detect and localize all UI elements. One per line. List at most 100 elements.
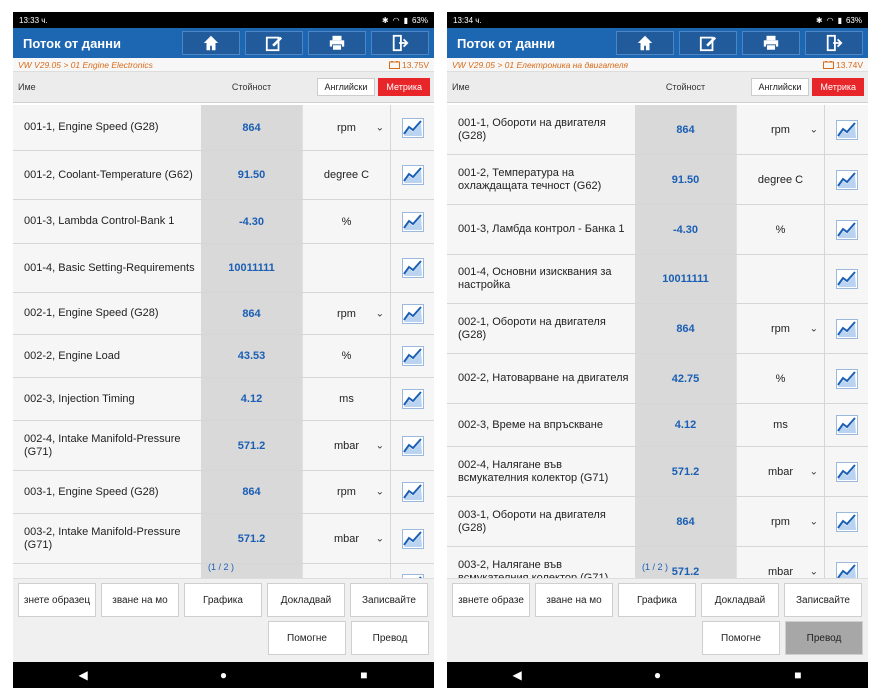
chevron-down-icon[interactable]: ⌄: [376, 122, 384, 133]
record-button[interactable]: Записвайте: [350, 583, 428, 617]
row-graph-button[interactable]: [390, 514, 434, 563]
row-unit[interactable]: mbar ⌄: [302, 514, 390, 563]
data-row[interactable]: 001-2, Температура на охлаждащата течнос…: [447, 155, 868, 205]
unit-label: rpm: [337, 307, 356, 320]
load-sample-button[interactable]: зване на мо: [535, 583, 613, 617]
restore-sample-button[interactable]: знете образец: [18, 583, 96, 617]
row-graph-button[interactable]: [824, 497, 868, 546]
print-button[interactable]: [308, 31, 366, 55]
data-row[interactable]: 002-4, Intake Manifold-Pressure (G71) 571…: [13, 421, 434, 471]
home-button[interactable]: [182, 31, 240, 55]
data-row[interactable]: 001-4, Basic Setting-Requirements 1001111…: [13, 244, 434, 293]
button-row-1: звнете образе зване на мо Графика Докладвай…: [447, 579, 868, 617]
row-graph-button[interactable]: [824, 547, 868, 578]
chevron-down-icon[interactable]: ⌄: [376, 308, 384, 319]
data-row[interactable]: 001-3, Lambda Control-Bank 1 -4.30%: [13, 200, 434, 244]
back-icon[interactable]: ◀: [487, 668, 547, 682]
data-row[interactable]: 001-3, Ламбда контрол - Банка 1 -4.30%: [447, 205, 868, 255]
status-time: 13:33 ч.: [19, 15, 48, 25]
row-graph-button[interactable]: [824, 447, 868, 496]
row-graph-button[interactable]: [390, 471, 434, 513]
data-row[interactable]: 002-2, Натоварване на двигателя 42.75%: [447, 354, 868, 404]
data-row[interactable]: 002-1, Engine Speed (G28) 864 rpm ⌄: [13, 293, 434, 335]
data-row[interactable]: 002-4, Налягане във всмукателния колекто…: [447, 447, 868, 497]
data-row[interactable]: 001-4, Основни изисквания за настройка 10…: [447, 255, 868, 304]
toggle-metric[interactable]: Метрика: [378, 78, 430, 96]
load-sample-button[interactable]: зване на мо: [101, 583, 179, 617]
data-row[interactable]: 002-3, Injection Timing 4.12 ms: [13, 378, 434, 421]
row-graph-button[interactable]: [390, 378, 434, 420]
row-graph-button[interactable]: [390, 200, 434, 243]
row-value: 864: [201, 293, 302, 334]
record-button[interactable]: Записвайте: [784, 583, 862, 617]
row-graph-button[interactable]: [390, 105, 434, 150]
row-unit[interactable]: rpm ⌄: [302, 105, 390, 150]
exit-button[interactable]: [371, 31, 429, 55]
row-graph-button[interactable]: [824, 105, 868, 154]
row-graph-button[interactable]: [390, 244, 434, 292]
restore-sample-button[interactable]: звнете образе: [452, 583, 530, 617]
report-button[interactable]: Докладвай: [701, 583, 779, 617]
row-unit[interactable]: mbar ⌄: [736, 547, 824, 578]
recents-icon[interactable]: ■: [768, 668, 828, 682]
row-graph-button[interactable]: [390, 293, 434, 334]
graph-button[interactable]: Графика: [184, 583, 262, 617]
row-unit[interactable]: rpm ⌄: [736, 304, 824, 353]
chevron-down-icon[interactable]: ⌄: [810, 516, 818, 527]
edit-button[interactable]: [679, 31, 737, 55]
edit-button[interactable]: [245, 31, 303, 55]
row-graph-button[interactable]: [390, 151, 434, 199]
chevron-down-icon[interactable]: ⌄: [376, 533, 384, 544]
row-graph-button[interactable]: [390, 421, 434, 470]
data-row[interactable]: 003-2, Intake Manifold-Pressure (G71) 571…: [13, 514, 434, 564]
translate-button[interactable]: Превод: [785, 621, 863, 655]
data-row[interactable]: 002-3, Време на впръскване 4.12 ms: [447, 404, 868, 447]
report-button[interactable]: Докладвай: [267, 583, 345, 617]
print-button[interactable]: [742, 31, 800, 55]
home-button[interactable]: [616, 31, 674, 55]
data-row[interactable]: 003-1, Обороти на двигателя (G28) 864 rpm ⌄: [447, 497, 868, 547]
row-graph-button[interactable]: [390, 564, 434, 578]
help-button[interactable]: Помогне: [268, 621, 346, 655]
status-icons: ✱ ◠ ▮ 63%: [816, 16, 862, 25]
exit-button[interactable]: [805, 31, 863, 55]
chevron-down-icon[interactable]: ⌄: [810, 566, 818, 577]
home-circle-icon[interactable]: ●: [627, 668, 687, 682]
row-graph-button[interactable]: [824, 404, 868, 446]
row-graph-button[interactable]: [824, 255, 868, 303]
toggle-english[interactable]: Английски: [750, 78, 810, 96]
data-stream-list[interactable]: 001-1, Engine Speed (G28) 864 rpm ⌄ 001-2, C…: [13, 105, 434, 578]
data-row[interactable]: 001-1, Engine Speed (G28) 864 rpm ⌄: [13, 105, 434, 151]
row-name: 002-4, Intake Manifold-Pressure (G71): [24, 432, 181, 458]
chevron-down-icon[interactable]: ⌄: [810, 466, 818, 477]
row-unit[interactable]: rpm ⌄: [302, 471, 390, 513]
chevron-down-icon[interactable]: ⌄: [376, 487, 384, 498]
chevron-down-icon[interactable]: ⌄: [810, 124, 818, 135]
row-graph-button[interactable]: [824, 354, 868, 403]
row-unit[interactable]: mbar ⌄: [302, 421, 390, 470]
home-circle-icon[interactable]: ●: [193, 668, 253, 682]
row-graph-button[interactable]: [824, 205, 868, 254]
translate-button[interactable]: Превод: [351, 621, 429, 655]
row-unit[interactable]: rpm ⌄: [302, 293, 390, 334]
chevron-down-icon[interactable]: ⌄: [376, 440, 384, 451]
chevron-down-icon[interactable]: ⌄: [810, 323, 818, 334]
data-row[interactable]: 003-1, Engine Speed (G28) 864 rpm ⌄: [13, 471, 434, 514]
row-unit[interactable]: rpm ⌄: [736, 105, 824, 154]
data-row[interactable]: 001-1, Обороти на двигателя (G28) 864 rpm ⌄: [447, 105, 868, 155]
row-graph-button[interactable]: [824, 304, 868, 353]
help-button[interactable]: Помогне: [702, 621, 780, 655]
toggle-english[interactable]: Английски: [316, 78, 376, 96]
back-icon[interactable]: ◀: [53, 668, 113, 682]
data-row[interactable]: 002-1, Обороти на двигателя (G28) 864 rpm ⌄: [447, 304, 868, 354]
data-stream-list[interactable]: 001-1, Обороти на двигателя (G28) 864 rpm ⌄…: [447, 105, 868, 578]
data-row[interactable]: 002-2, Engine Load 43.53%: [13, 335, 434, 378]
recents-icon[interactable]: ■: [334, 668, 394, 682]
row-graph-button[interactable]: [824, 155, 868, 204]
graph-button[interactable]: Графика: [618, 583, 696, 617]
row-unit[interactable]: mbar ⌄: [736, 447, 824, 496]
data-row[interactable]: 001-2, Coolant-Temperature (G62) 91.50 deg…: [13, 151, 434, 200]
row-unit[interactable]: rpm ⌄: [736, 497, 824, 546]
row-graph-button[interactable]: [390, 335, 434, 377]
toggle-metric[interactable]: Метрика: [812, 78, 864, 96]
